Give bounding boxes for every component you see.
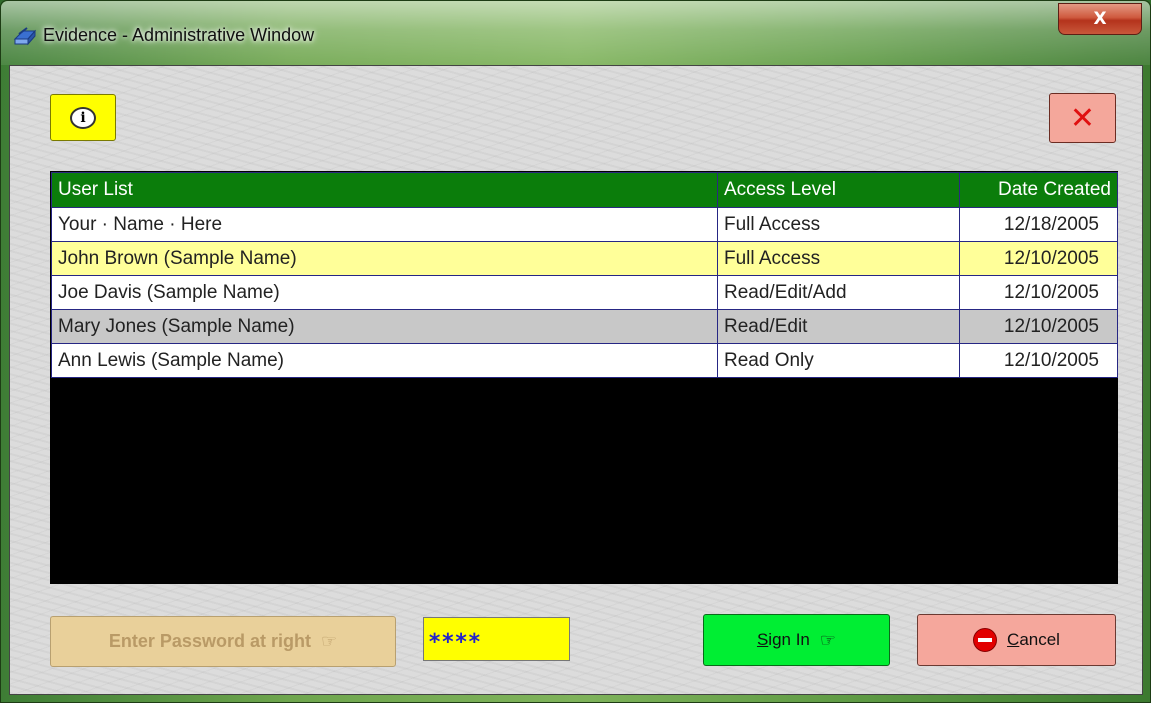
table-row[interactable]: Ann Lewis (Sample Name) Read Only 12/10/… xyxy=(51,343,1118,378)
user-name-cell: John Brown (Sample Name) xyxy=(51,241,718,276)
column-header-user-list[interactable]: User List xyxy=(51,172,718,208)
access-level-cell: Read/Edit xyxy=(717,309,960,344)
user-name-cell: Joe Davis (Sample Name) xyxy=(51,275,718,310)
client-area: i ✕ User List Access Level Date Created xyxy=(9,65,1143,695)
window-close-button[interactable]: X xyxy=(1058,3,1142,35)
sign-in-label: Sign In xyxy=(756,630,810,649)
table-row[interactable]: Joe Davis (Sample Name) Read/Edit/Add 12… xyxy=(51,275,1118,310)
exit-button[interactable]: ✕ xyxy=(1049,93,1116,143)
info-button[interactable]: i xyxy=(50,94,116,141)
red-x-icon: ✕ xyxy=(1069,100,1096,136)
pointing-hand-icon: ☞ xyxy=(819,629,837,651)
user-list-grid: User List Access Level Date Created Your… xyxy=(50,171,1118,584)
cancel-label: Cancel xyxy=(1007,630,1060,649)
table-header-row: User List Access Level Date Created xyxy=(51,172,1118,208)
user-name-cell: Your · Name · Here xyxy=(51,207,718,242)
access-level-cell: Full Access xyxy=(717,207,960,242)
user-table: User List Access Level Date Created Your… xyxy=(51,172,1118,378)
cancel-button[interactable]: Cancel xyxy=(917,614,1116,666)
close-icon: X xyxy=(1093,9,1107,29)
admin-window: Evidence - Administrative Window X i ✕ U… xyxy=(0,0,1151,703)
column-header-access-level[interactable]: Access Level xyxy=(717,172,960,208)
date-created-cell: 12/10/2005 xyxy=(959,343,1118,378)
date-created-cell: 12/10/2005 xyxy=(959,241,1118,276)
info-bubble-icon: i xyxy=(70,106,96,129)
password-input[interactable] xyxy=(423,617,570,661)
table-row-selected[interactable]: John Brown (Sample Name) Full Access 12/… xyxy=(51,241,1118,276)
date-created-cell: 12/10/2005 xyxy=(959,275,1118,310)
column-header-date-created[interactable]: Date Created xyxy=(959,172,1118,208)
app-icon xyxy=(13,27,37,46)
date-created-cell: 12/18/2005 xyxy=(959,207,1118,242)
password-prompt-label: Enter Password at right xyxy=(108,631,311,651)
access-level-cell: Full Access xyxy=(717,241,960,276)
date-created-cell: 12/10/2005 xyxy=(959,309,1118,344)
info-glyph: i xyxy=(80,109,86,126)
window-title: Evidence - Administrative Window xyxy=(43,25,315,45)
access-level-cell: Read/Edit/Add xyxy=(717,275,960,310)
title-bar[interactable]: Evidence - Administrative Window X xyxy=(1,1,1150,65)
stop-icon xyxy=(973,628,998,652)
sign-in-button[interactable]: Sign In ☞ xyxy=(703,614,890,666)
pointing-hand-icon: ☞ xyxy=(320,631,338,652)
access-level-cell: Read Only xyxy=(717,343,960,378)
user-name-cell: Mary Jones (Sample Name) xyxy=(51,309,718,344)
table-row[interactable]: Mary Jones (Sample Name) Read/Edit 12/10… xyxy=(51,309,1118,344)
user-name-cell: Ann Lewis (Sample Name) xyxy=(51,343,718,378)
enter-password-prompt: Enter Password at right ☞ xyxy=(50,616,396,667)
table-row[interactable]: Your · Name · Here Full Access 12/18/200… xyxy=(51,207,1118,242)
